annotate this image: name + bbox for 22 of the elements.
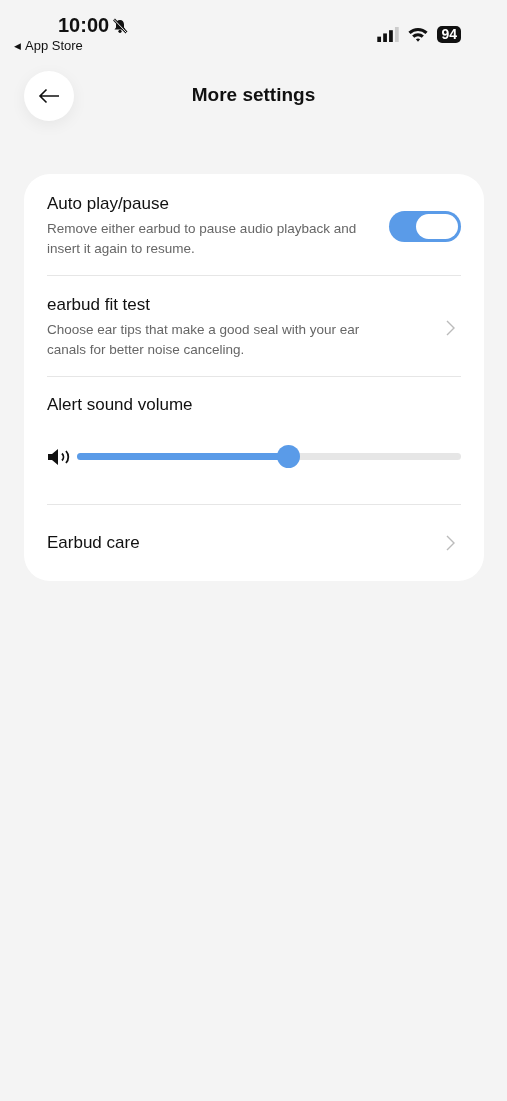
setting-title: Alert sound volume — [47, 395, 194, 415]
back-arrow-icon — [38, 88, 60, 104]
bell-slash-icon — [112, 17, 129, 34]
volume-slider[interactable] — [77, 445, 461, 468]
toggle-switch[interactable] — [389, 211, 461, 242]
wifi-icon — [407, 26, 430, 42]
setting-title: Auto play/pause — [47, 194, 170, 214]
chevron-right-icon — [446, 319, 455, 336]
page-title: More settings — [191, 84, 316, 106]
status-time: 10:00 — [58, 14, 110, 37]
setting-description: Choose ear tips that make a good seal with your ear canals for better noise canceling. — [47, 321, 361, 359]
setting-link-row[interactable]: Earbud care — [47, 505, 461, 581]
back-button[interactable] — [24, 71, 74, 121]
setting-title: earbud fit test — [47, 295, 151, 315]
back-to-app-link[interactable]: App Store — [25, 38, 83, 53]
back-arrow[interactable]: ◀ — [14, 40, 21, 51]
battery-indicator: 94 — [437, 25, 461, 43]
setting-description: Remove either earbud to pause audio playback and insert it again to resume. — [47, 220, 358, 258]
chevron-right-icon — [446, 535, 455, 551]
setting-title: Earbud care — [47, 533, 140, 553]
setting-link-row[interactable]: earbud fit test Choose ear tips that make a good seal with your ear canals for better noise canceling. — [47, 276, 461, 376]
signal-icon — [377, 26, 400, 42]
